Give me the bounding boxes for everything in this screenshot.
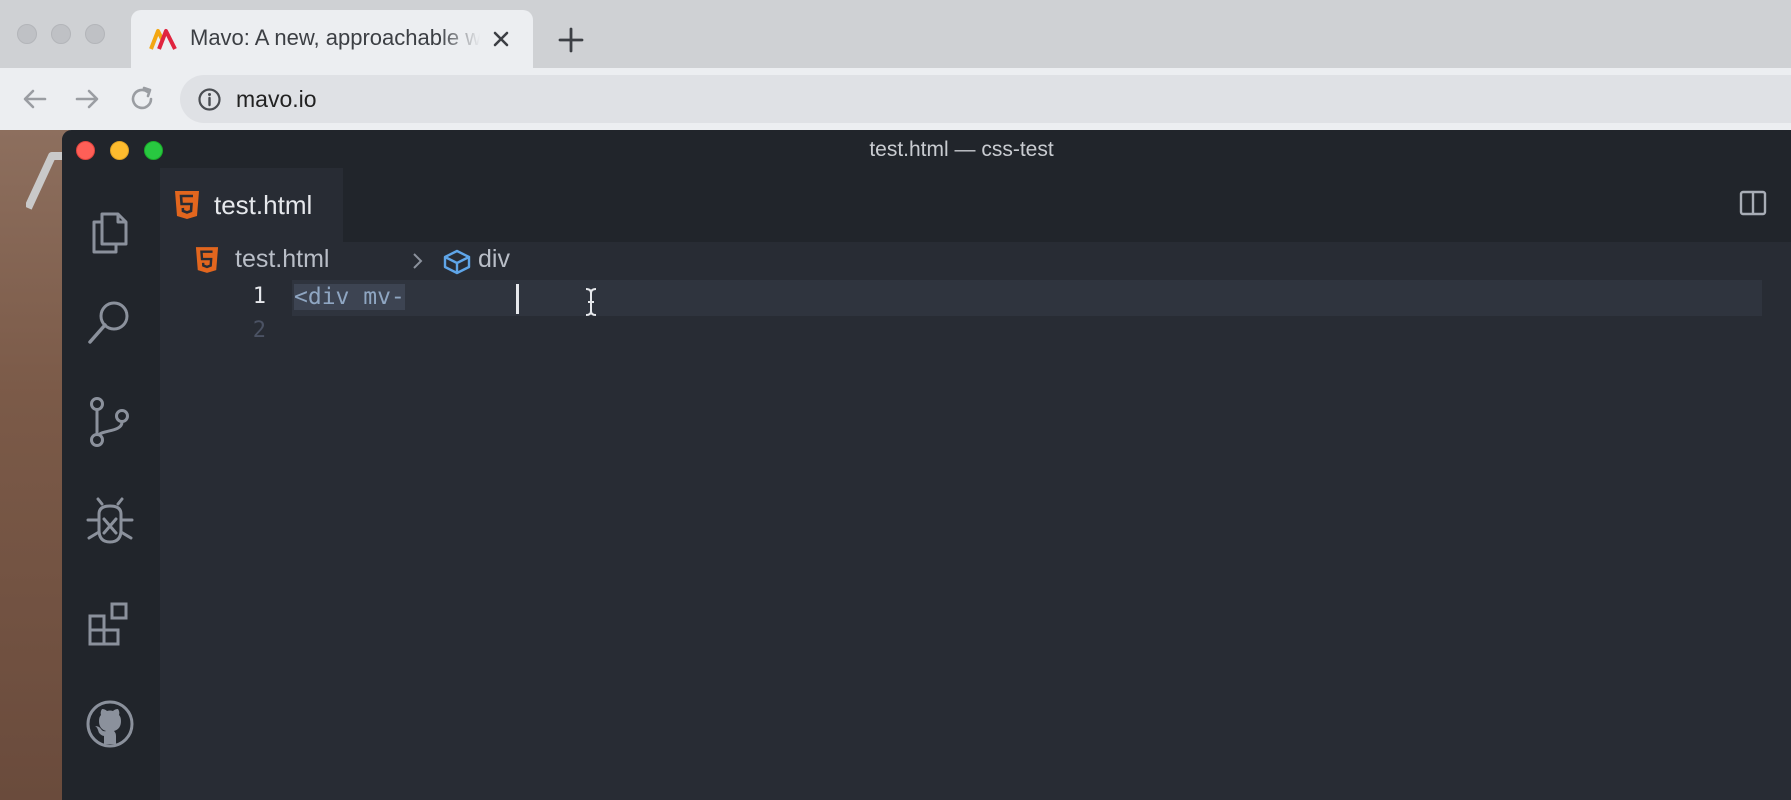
close-icon[interactable]: [489, 27, 513, 51]
chevron-right-icon: [413, 253, 423, 269]
breadcrumb-symbol[interactable]: div: [478, 245, 510, 274]
browser-minimize-dot[interactable]: [51, 24, 71, 44]
code-editor[interactable]: 1 2 <div mv-: [160, 280, 1791, 800]
line-number: 1: [252, 284, 266, 309]
mavo-logo-fragment-icon: [26, 152, 64, 210]
browser-tab[interactable]: Mavo: A new, approachable way to create …: [131, 10, 533, 68]
code-line[interactable]: <div mv-: [294, 284, 405, 310]
forward-icon[interactable]: [72, 84, 102, 114]
mavo-favicon-icon: [149, 29, 177, 50]
address-bar[interactable]: mavo.io: [180, 75, 1791, 123]
reload-icon[interactable]: [127, 84, 157, 114]
browser-tab-strip: Mavo: A new, approachable way to create …: [0, 0, 1791, 68]
text-cursor: [516, 284, 519, 314]
explorer-icon[interactable]: [82, 204, 138, 260]
current-line-highlight: [292, 280, 1762, 316]
html5-file-icon: [175, 191, 199, 219]
code-text: <div mv-: [294, 284, 405, 310]
new-tab-icon[interactable]: [556, 25, 586, 55]
back-icon[interactable]: [20, 84, 50, 114]
line-number: 2: [252, 318, 266, 343]
activity-bar: [62, 168, 160, 800]
editor-tabs: test.html: [160, 168, 1791, 242]
vscode-title-bar: test.html — css-test: [62, 130, 1791, 168]
editor-tab-test-html[interactable]: test.html: [160, 168, 343, 242]
url-text[interactable]: mavo.io: [236, 86, 317, 113]
info-icon[interactable]: [197, 87, 222, 112]
source-control-icon[interactable]: [82, 394, 138, 450]
split-editor-icon[interactable]: [1738, 188, 1768, 218]
breadcrumb: test.html div: [160, 242, 1791, 280]
tab-title: Mavo: A new, approachable way to create …: [190, 25, 480, 50]
web-page-background: [0, 130, 70, 800]
html5-file-icon: [195, 247, 219, 273]
github-icon[interactable]: [82, 696, 138, 752]
window-title: test.html — css-test: [869, 138, 1054, 161]
ibeam-cursor-icon: [585, 288, 597, 316]
browser-toolbar: mavo.io: [0, 68, 1791, 131]
extensions-icon[interactable]: [82, 596, 138, 652]
editor-tab-label: test.html: [214, 190, 313, 220]
vscode-window: test.html — css-test test.html test.html…: [62, 130, 1791, 800]
breadcrumb-file[interactable]: test.html: [235, 245, 329, 274]
debug-icon[interactable]: [82, 494, 138, 550]
search-icon[interactable]: [82, 294, 138, 350]
browser-zoom-dot[interactable]: [85, 24, 105, 44]
browser-close-dot[interactable]: [17, 24, 37, 44]
symbol-cube-icon: [443, 249, 471, 275]
